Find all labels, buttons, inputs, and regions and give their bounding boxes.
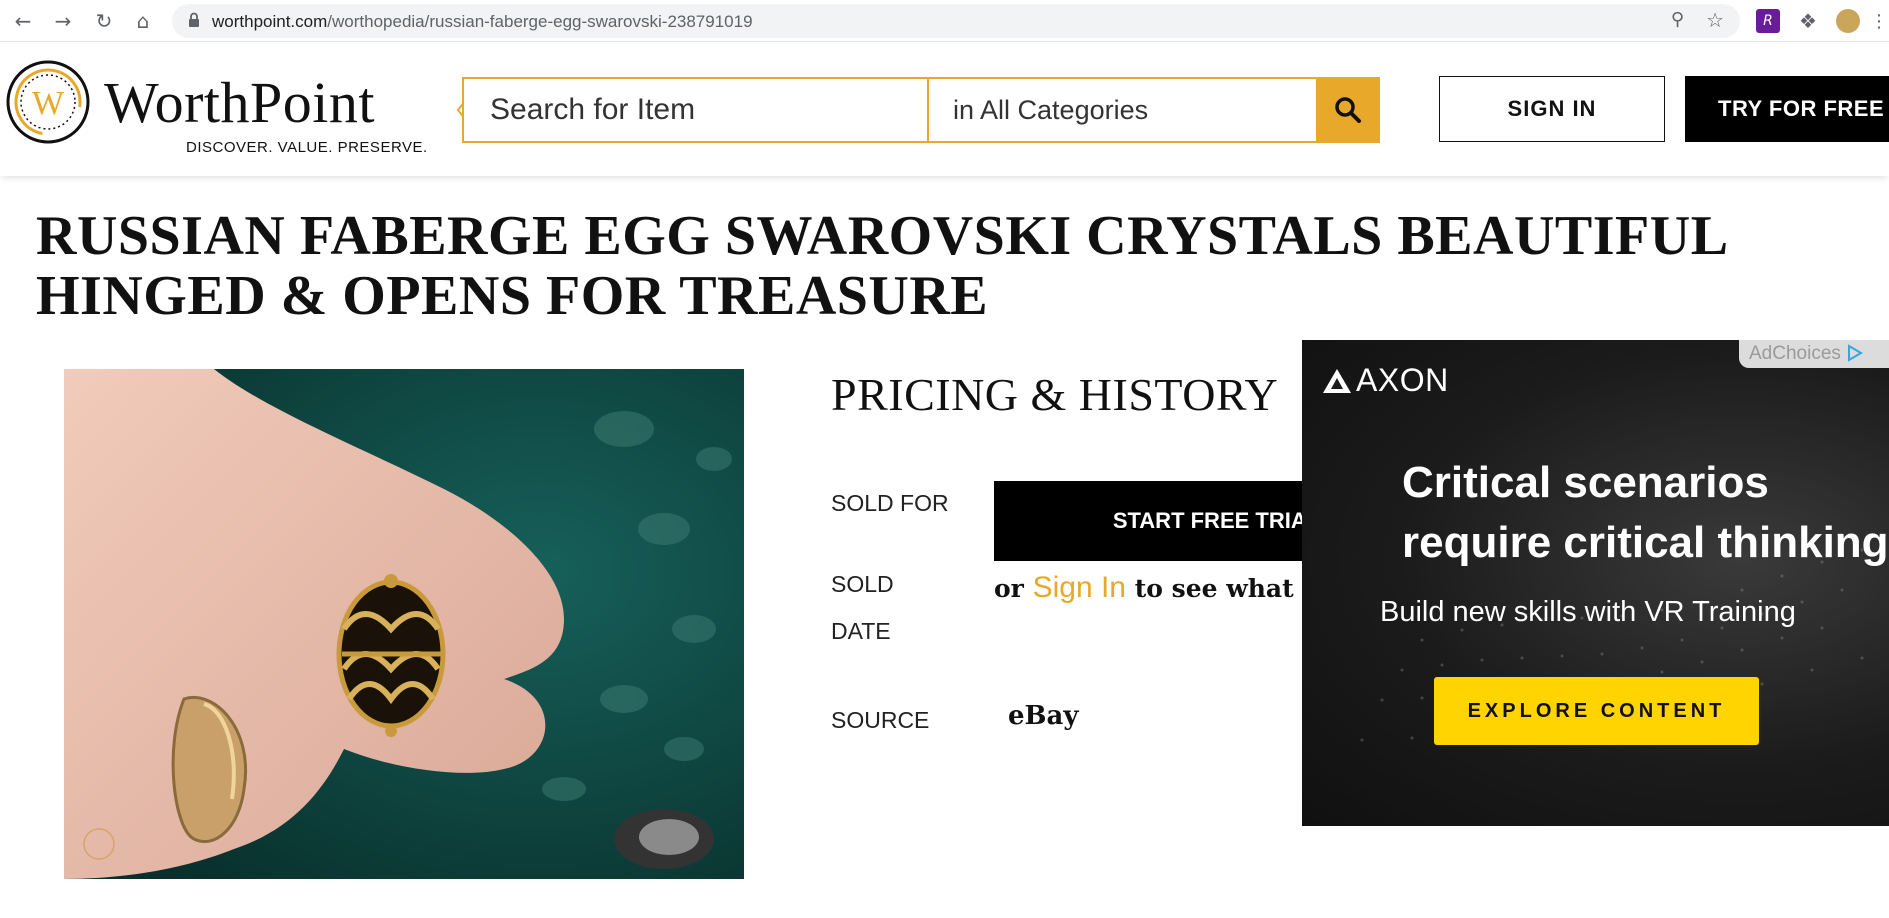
url-host: worthpoint.com bbox=[212, 12, 328, 31]
ad-headline-1: Critical scenarios bbox=[1402, 458, 1769, 507]
item-photo[interactable] bbox=[64, 369, 744, 879]
ad-subline: Build new skills with VR Training bbox=[1380, 596, 1796, 628]
axon-brand-text: AXON bbox=[1356, 362, 1449, 398]
explore-content-button[interactable]: EXPLORE CONTENT bbox=[1434, 677, 1759, 745]
sold-for-label: SOLD FOR bbox=[831, 490, 949, 516]
forward-icon[interactable]: → bbox=[50, 8, 76, 34]
site-header: W WorthPoint DISCOVER. VALUE. PRESERVE. … bbox=[0, 43, 1889, 176]
menu-dots-icon[interactable]: ⋮ bbox=[1870, 9, 1888, 33]
browser-toolbar: ← → ↻ ⌂ worthpoint.com/worthopedia/russi… bbox=[0, 0, 1889, 42]
worthpoint-logo-icon[interactable]: W bbox=[6, 60, 90, 144]
sign-in-link[interactable]: Sign In bbox=[1033, 571, 1126, 604]
bookmark-star-icon[interactable]: ☆ bbox=[1706, 8, 1724, 32]
extension-r-icon[interactable]: R bbox=[1756, 9, 1780, 33]
adchoices-badge[interactable]: AdChoices bbox=[1739, 340, 1889, 368]
item-photo-image bbox=[64, 369, 744, 879]
home-icon[interactable]: ⌂ bbox=[130, 8, 156, 34]
item-title: RUSSIAN FABERGE EGG SWAROVSKI CRYSTALS B… bbox=[36, 205, 1726, 327]
back-icon[interactable]: ← bbox=[10, 8, 36, 34]
source-value: eBay bbox=[1008, 701, 1079, 731]
try-for-free-button[interactable]: TRY FOR FREE bbox=[1685, 76, 1889, 142]
search-icon bbox=[1335, 97, 1361, 123]
category-select[interactable]: in All Categories bbox=[929, 79, 1318, 141]
sold-date-label-line2: DATE bbox=[831, 618, 891, 644]
pricing-history-heading: PRICING & HISTORY bbox=[831, 369, 1279, 420]
logo-wordmark[interactable]: WorthPoint bbox=[104, 69, 375, 136]
sold-date-label-line1: SOLD bbox=[831, 571, 894, 597]
svg-text:W: W bbox=[32, 85, 65, 122]
axon-triangle-icon bbox=[1323, 368, 1351, 393]
search-bar: Search for Item in All Categories bbox=[462, 77, 1380, 143]
extensions-puzzle-icon[interactable]: ❖ bbox=[1796, 9, 1820, 33]
adchoices-icon bbox=[1848, 344, 1864, 362]
or-text: or bbox=[994, 574, 1024, 603]
logo-tagline: DISCOVER. VALUE. PRESERVE. bbox=[186, 139, 428, 156]
search-input[interactable]: Search for Item bbox=[464, 79, 929, 141]
url-path: /worthopedia/russian-faberge-egg-swarovs… bbox=[327, 12, 753, 31]
source-label: SOURCE bbox=[831, 707, 930, 733]
zoom-icon[interactable]: ⚲ bbox=[1671, 9, 1684, 30]
adchoices-label: AdChoices bbox=[1749, 343, 1841, 364]
ad-headline-2: require critical thinking bbox=[1402, 518, 1889, 567]
search-button[interactable] bbox=[1316, 77, 1380, 143]
url-text[interactable]: worthpoint.com/worthopedia/russian-faber… bbox=[212, 12, 753, 32]
advertisement[interactable]: AdChoices AXON Critical scenarios requir… bbox=[1302, 340, 1889, 826]
ad-background-wave bbox=[1360, 548, 1864, 742]
profile-avatar[interactable] bbox=[1836, 9, 1860, 33]
axon-logo: AXON bbox=[1322, 362, 1449, 399]
address-bar[interactable]: worthpoint.com/worthopedia/russian-faber… bbox=[172, 4, 1740, 38]
sign-in-button[interactable]: SIGN IN bbox=[1439, 76, 1665, 142]
lock-icon bbox=[189, 12, 199, 27]
reload-icon[interactable]: ↻ bbox=[91, 8, 117, 34]
